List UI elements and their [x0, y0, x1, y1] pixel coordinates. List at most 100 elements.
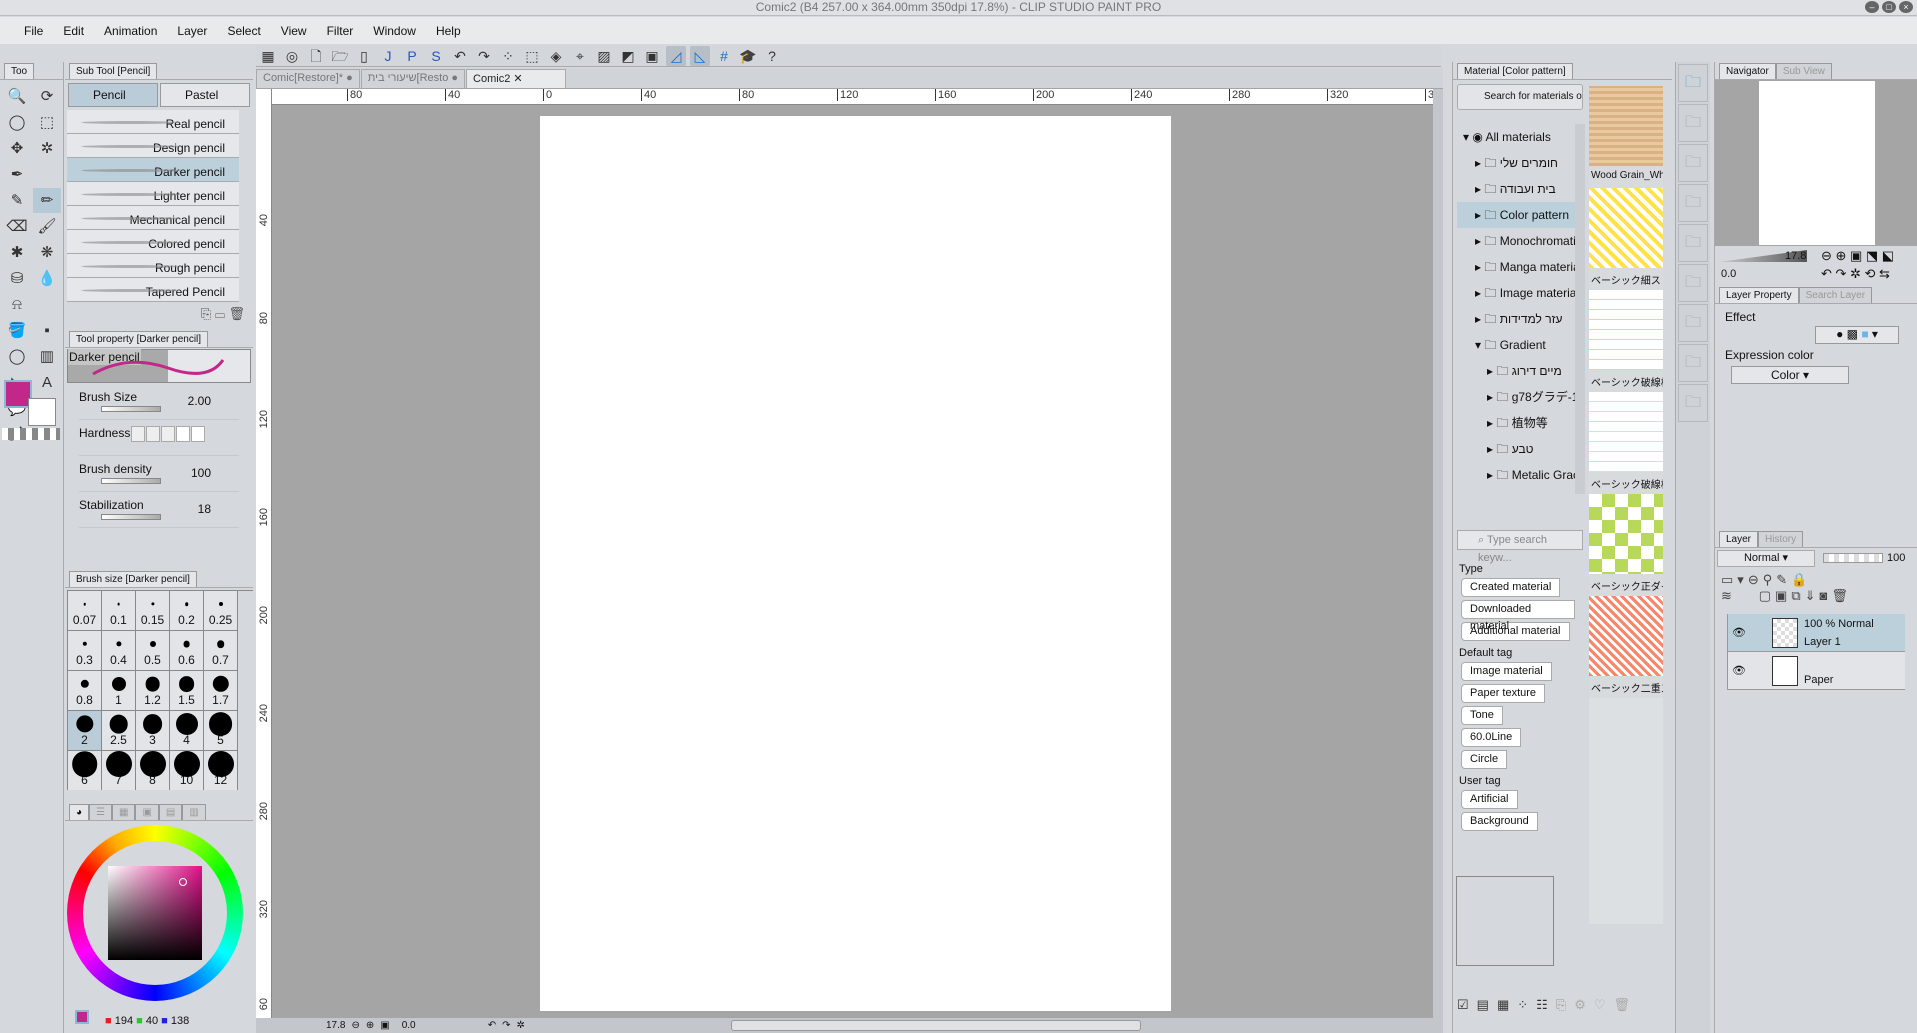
menu-filter[interactable]: Filter — [318, 24, 365, 38]
tag-60-0line[interactable]: 60.0Line — [1461, 728, 1522, 747]
color-picker-handle[interactable] — [179, 878, 187, 886]
learn-icon[interactable]: 🎓 — [738, 46, 758, 66]
tab-color-slider[interactable]: ☰ — [89, 804, 113, 820]
rotate-icon[interactable]: ⟳ — [33, 84, 61, 109]
layer-color-icon[interactable]: ▭▾ — [1721, 572, 1748, 587]
tab-navigator[interactable]: Navigator — [1719, 63, 1776, 79]
document-tab[interactable]: שיעורי בית[Resto ● — [360, 69, 466, 88]
brush-size-preset[interactable]: 1.7 — [204, 671, 238, 711]
navigator-zoom-value[interactable]: 17.8 — [1785, 250, 1806, 262]
material-folder[interactable]: ▸ 🗀 Color pattern — [1457, 202, 1575, 228]
material-3d-2-icon[interactable]: 🗀 — [1678, 344, 1708, 382]
selection-icon[interactable]: ⬚ — [33, 110, 61, 135]
density-slider[interactable] — [101, 478, 161, 484]
material-image-icon[interactable]: 🗀 — [1678, 264, 1708, 302]
density-value[interactable]: 100 — [191, 466, 211, 480]
layer-row[interactable]: 👁 Paper — [1728, 652, 1905, 690]
show-check-icon[interactable]: ☑ — [1457, 997, 1469, 1013]
selection-dots-icon[interactable]: ⁘ — [498, 46, 518, 66]
detail-view-icon[interactable]: ▤ — [1477, 997, 1489, 1013]
snap-ruler-icon[interactable]: ◿ — [666, 45, 686, 66]
layer-menu-icon[interactable]: ≋ — [1721, 588, 1736, 603]
hardness-row[interactable]: Hardness — [79, 420, 239, 456]
tag-circle[interactable]: Circle — [1461, 750, 1508, 769]
pen-icon[interactable]: ✎ — [3, 188, 31, 213]
stamp-icon[interactable]: ⍾ — [3, 292, 31, 317]
deselect-icon[interactable]: ⬚ — [522, 46, 542, 66]
brush-size-preset[interactable]: 0.15 — [136, 591, 170, 631]
menu-animation[interactable]: Animation — [95, 24, 168, 38]
material-folder[interactable]: ▸ 🗀 חומרים שלי — [1457, 150, 1575, 176]
canvas-page[interactable] — [540, 116, 1171, 1011]
brush-size-preset[interactable]: 1 — [102, 671, 136, 711]
menu-edit[interactable]: Edit — [54, 24, 95, 38]
brush-size-preset[interactable]: 2 — [68, 711, 102, 751]
material-folder[interactable]: ▸ 🗀 מיים דירוג — [1457, 358, 1575, 384]
brush-size-preset[interactable]: 6 — [68, 751, 102, 790]
subtool-lighter-pencil[interactable]: Lighter pencil — [67, 182, 239, 206]
tag-created-material[interactable]: Created material — [1461, 578, 1561, 597]
tag-additional-material[interactable]: Additional material — [1461, 622, 1570, 641]
opacity-slider[interactable] — [1823, 553, 1883, 563]
mask-icon[interactable]: ◙ — [1820, 588, 1832, 603]
decoration-icon[interactable]: ❋ — [33, 240, 61, 265]
brush-size-preset[interactable]: 12 — [204, 751, 238, 790]
shape-icon[interactable]: ◯ — [3, 344, 31, 369]
subtool-tapered-pencil[interactable]: Tapered Pencil — [67, 278, 239, 302]
tag-artificial[interactable]: Artificial — [1461, 790, 1518, 809]
material-monochrome-icon[interactable]: 🗀 — [1678, 104, 1708, 142]
border-icon[interactable]: ▣ — [642, 46, 662, 66]
delete-subtool-icon[interactable]: 🗑 — [228, 306, 245, 321]
hardness-selector[interactable] — [131, 426, 205, 442]
fill-layer-icon[interactable]: ◩ — [618, 46, 638, 66]
tab-brush-size[interactable]: Brush size [Darker pencil] — [69, 571, 197, 587]
material-folder[interactable]: ▸ 🗀 בית ועבודה — [1457, 176, 1575, 202]
brush-size-preset[interactable]: 0.2 — [170, 591, 204, 631]
tab-layer[interactable]: Layer — [1719, 531, 1759, 547]
saturation-value-square[interactable] — [108, 866, 202, 960]
brush-size-value[interactable]: 2.00 — [188, 394, 211, 408]
stabilization-slider[interactable] — [101, 514, 161, 520]
subtool-colored-pencil[interactable]: Colored pencil — [67, 230, 239, 254]
brush-size-preset[interactable]: 2.5 — [102, 711, 136, 751]
brush-size-preset[interactable]: 3 — [136, 711, 170, 751]
tab-color-set[interactable]: ▦ — [112, 804, 136, 820]
material-folder[interactable]: ▸ 🗀 Metalic Grac — [1457, 462, 1575, 488]
text-icon[interactable]: A — [33, 370, 61, 395]
tab-search-layer[interactable]: Search Layer — [1798, 287, 1873, 303]
material-thumbnail[interactable]: Wood Grain_Whi — [1589, 86, 1663, 188]
gradient-icon[interactable]: ▪ — [33, 318, 61, 343]
vertical-scrollbar[interactable] — [1433, 89, 1443, 1018]
horizontal-scrollbar[interactable] — [730, 1020, 1141, 1031]
small-thumb-icon[interactable]: ⁘ — [1517, 997, 1528, 1013]
delete-icon[interactable]: 🗑 — [1614, 997, 1631, 1013]
new-folder-icon[interactable]: ⧉ — [1791, 588, 1804, 603]
modified-dot-icon[interactable]: ● — [343, 72, 353, 84]
clip-icon[interactable]: ⊖ — [1748, 572, 1763, 587]
new-raster-layer-icon[interactable]: ▢ — [1759, 588, 1775, 603]
subtool-rough-pencil[interactable]: Rough pencil — [67, 254, 239, 278]
menu-window[interactable]: Window — [364, 24, 427, 38]
brush-size-preset[interactable]: 0.7 — [204, 631, 238, 671]
navigator-angle-value[interactable]: 0.0 — [1721, 268, 1736, 280]
zoom-out-icon[interactable]: ⊖ — [351, 1020, 359, 1031]
blend-mode-dropdown[interactable]: Normal ▾ — [1717, 550, 1815, 567]
clear-icon[interactable]: ▨ — [594, 46, 614, 66]
airbrush-icon[interactable]: ✱ — [3, 240, 31, 265]
tab-sub-view[interactable]: Sub View — [1775, 63, 1832, 79]
save-icon[interactable]: ▯ — [354, 46, 374, 66]
navigator-view[interactable] — [1715, 80, 1917, 246]
category-pastel[interactable]: Pastel — [160, 83, 250, 107]
eye-icon[interactable]: 👁 — [1732, 664, 1746, 677]
material-folder[interactable]: ▸ 🗀 Manga materia — [1457, 254, 1575, 280]
document-tab[interactable]: Comic2 ✕ — [466, 69, 567, 88]
list-view-icon[interactable]: ☷ — [1536, 997, 1548, 1013]
material-folder[interactable]: ▸ 🗀 植物等 — [1457, 410, 1575, 436]
brush-size-preset[interactable]: 10 — [170, 751, 204, 790]
delete-layer-icon[interactable]: 🗑 — [1831, 588, 1852, 603]
paste-icon[interactable]: ⎘ — [1556, 997, 1566, 1013]
material-folder[interactable]: ▸ 🗀 Monochromati — [1457, 228, 1575, 254]
close-button[interactable]: × — [1899, 1, 1913, 13]
brush-size-preset[interactable]: 0.4 — [102, 631, 136, 671]
document-tab[interactable]: Comic[Restore]* ● — [256, 69, 360, 88]
